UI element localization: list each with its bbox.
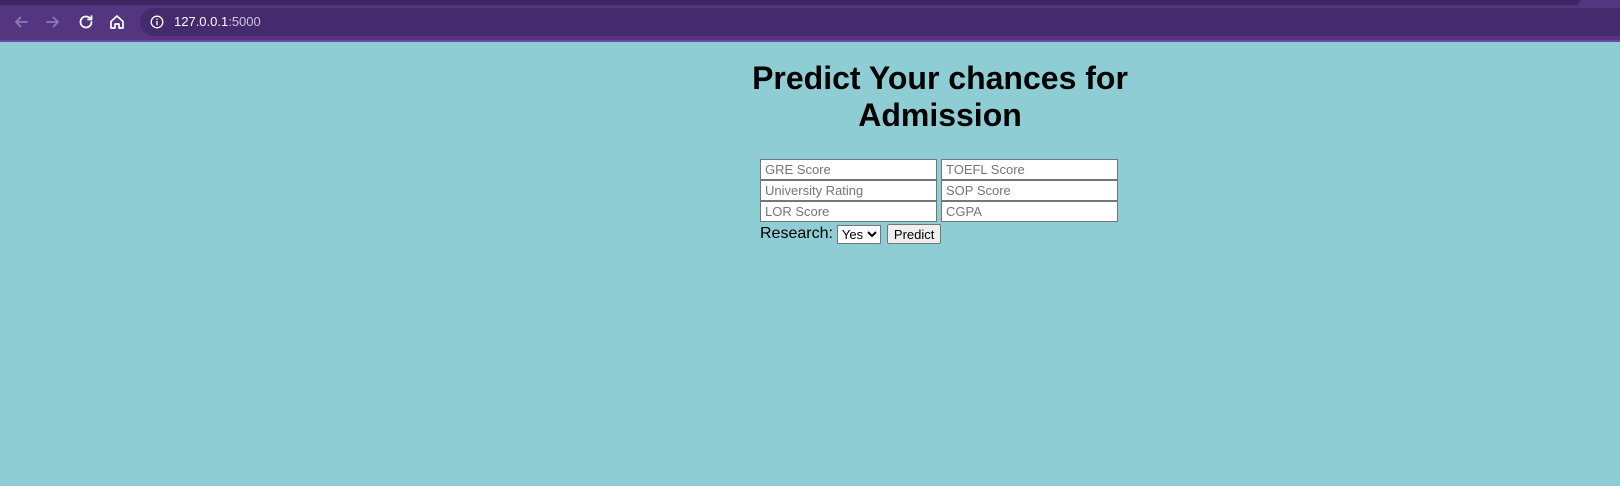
form-row — [760, 201, 1122, 222]
browser-toolbar: 127.0.0.1:5000 — [0, 0, 1620, 42]
form-row — [760, 159, 1122, 180]
university-rating-input[interactable] — [760, 180, 937, 201]
info-icon[interactable] — [150, 15, 164, 29]
reload-icon — [79, 15, 93, 29]
page-title: Predict Your chances for Admission — [752, 60, 1128, 133]
gre-score-input[interactable] — [760, 159, 937, 180]
forward-button[interactable] — [41, 10, 65, 34]
address-bar[interactable]: 127.0.0.1:5000 — [140, 8, 1620, 36]
cgpa-input[interactable] — [941, 201, 1118, 222]
tab-strip — [0, 0, 1580, 5]
url-port: :5000 — [228, 14, 261, 29]
main-content: Predict Your chances for Admission — [752, 60, 1160, 134]
admission-form: Research: Yes Predict — [760, 159, 1122, 246]
predict-button[interactable]: Predict — [886, 224, 942, 244]
sop-score-input[interactable] — [941, 180, 1118, 201]
form-row — [760, 180, 1122, 201]
home-button[interactable] — [105, 10, 129, 34]
home-icon — [110, 15, 124, 29]
lor-score-input[interactable] — [760, 201, 937, 222]
back-button[interactable] — [9, 10, 33, 34]
back-arrow-icon — [15, 16, 28, 28]
url-text: 127.0.0.1:5000 — [174, 14, 261, 29]
form-actions: Research: Yes Predict — [760, 222, 1122, 246]
forward-arrow-icon — [46, 16, 59, 28]
research-label: Research: — [760, 225, 833, 242]
reload-button[interactable] — [74, 10, 98, 34]
url-host: 127.0.0.1 — [174, 14, 229, 29]
toefl-score-input[interactable] — [941, 159, 1118, 180]
research-select[interactable]: Yes — [836, 224, 881, 244]
